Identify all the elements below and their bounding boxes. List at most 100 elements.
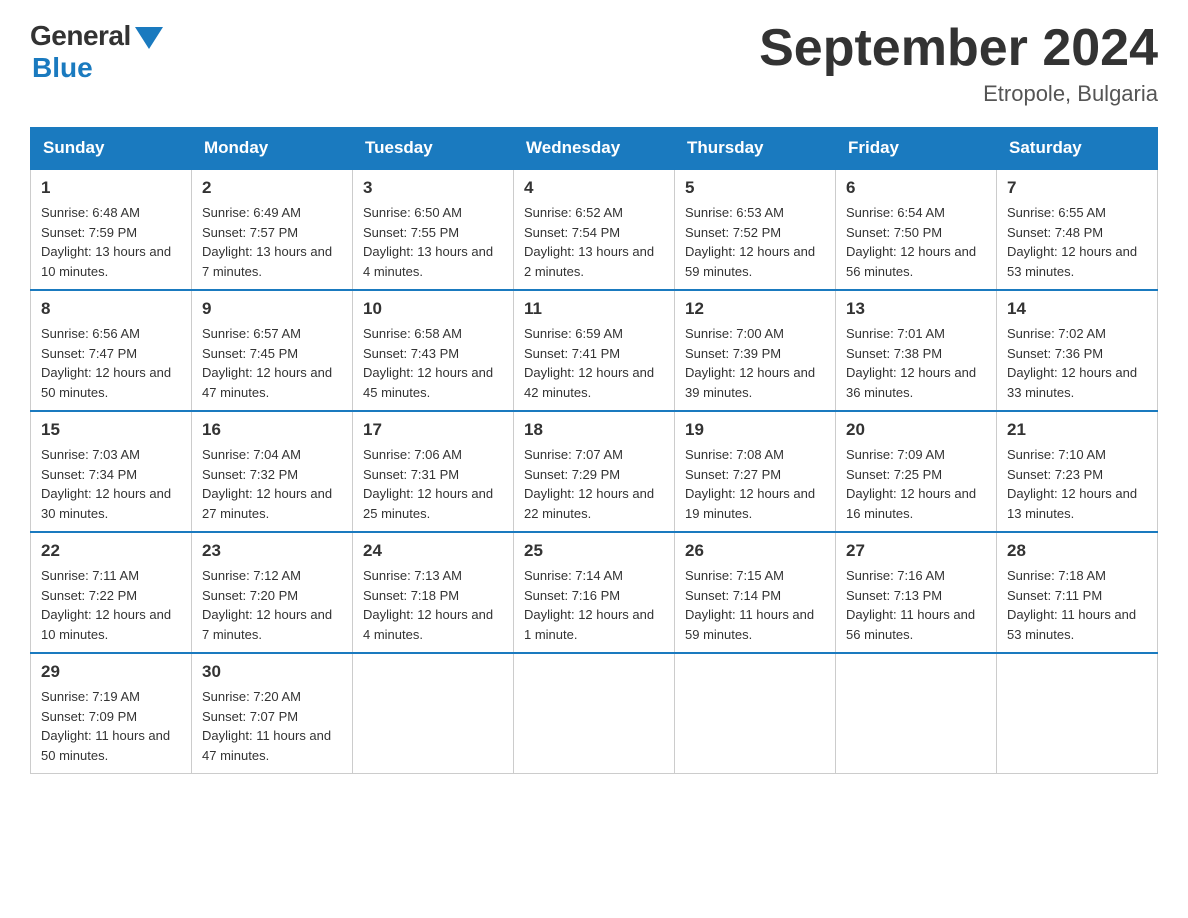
week-row-2: 8Sunrise: 6:56 AMSunset: 7:47 PMDaylight… xyxy=(31,290,1158,411)
day-number: 11 xyxy=(524,299,664,319)
calendar-cell: 12 Sunrise: 7:00 AMSunset: 7:39 PMDayligh… xyxy=(675,290,836,411)
logo-triangle-icon xyxy=(135,27,163,49)
day-number: 3 xyxy=(363,178,503,198)
day-number: 1 xyxy=(41,178,181,198)
day-number: 20 xyxy=(846,420,986,440)
calendar-cell: 8Sunrise: 6:56 AMSunset: 7:47 PMDaylight… xyxy=(31,290,192,411)
logo-general-text: General xyxy=(30,20,131,52)
day-number: 5 xyxy=(685,178,825,198)
day-number: 30 xyxy=(202,662,342,682)
calendar-cell: 19 Sunrise: 7:08 AMSunset: 7:27 PMDayligh… xyxy=(675,411,836,532)
week-row-1: 1 Sunrise: 6:48 AMSunset: 7:59 PMDaylight… xyxy=(31,169,1158,290)
calendar-cell: 20 Sunrise: 7:09 AMSunset: 7:25 PMDayligh… xyxy=(836,411,997,532)
calendar-cell: 27 Sunrise: 7:16 AMSunset: 7:13 PMDayligh… xyxy=(836,532,997,653)
calendar-cell: 1 Sunrise: 6:48 AMSunset: 7:59 PMDaylight… xyxy=(31,169,192,290)
header-sunday: Sunday xyxy=(31,128,192,170)
day-number: 23 xyxy=(202,541,342,561)
header-monday: Monday xyxy=(192,128,353,170)
day-info: Sunrise: 6:59 AMSunset: 7:41 PMDaylight:… xyxy=(524,324,664,402)
calendar-cell: 28 Sunrise: 7:18 AMSunset: 7:11 PMDayligh… xyxy=(997,532,1158,653)
calendar-cell: 10 Sunrise: 6:58 AMSunset: 7:43 PMDayligh… xyxy=(353,290,514,411)
day-info: Sunrise: 6:50 AMSunset: 7:55 PMDaylight:… xyxy=(363,203,503,281)
calendar-cell: 21Sunrise: 7:10 AMSunset: 7:23 PMDayligh… xyxy=(997,411,1158,532)
calendar-subtitle: Etropole, Bulgaria xyxy=(759,81,1158,107)
calendar-cell: 9 Sunrise: 6:57 AMSunset: 7:45 PMDaylight… xyxy=(192,290,353,411)
day-info: Sunrise: 7:13 AMSunset: 7:18 PMDaylight:… xyxy=(363,566,503,644)
day-number: 27 xyxy=(846,541,986,561)
calendar-cell: 29 Sunrise: 7:19 AMSunset: 7:09 PMDayligh… xyxy=(31,653,192,774)
day-number: 4 xyxy=(524,178,664,198)
calendar-cell: 22 Sunrise: 7:11 AMSunset: 7:22 PMDayligh… xyxy=(31,532,192,653)
day-number: 8 xyxy=(41,299,181,319)
calendar-cell: 3 Sunrise: 6:50 AMSunset: 7:55 PMDaylight… xyxy=(353,169,514,290)
calendar-cell: 7Sunrise: 6:55 AMSunset: 7:48 PMDaylight… xyxy=(997,169,1158,290)
calendar-cell xyxy=(514,653,675,774)
day-info: Sunrise: 6:55 AMSunset: 7:48 PMDaylight:… xyxy=(1007,203,1147,281)
day-number: 24 xyxy=(363,541,503,561)
day-number: 13 xyxy=(846,299,986,319)
calendar-cell: 13 Sunrise: 7:01 AMSunset: 7:38 PMDayligh… xyxy=(836,290,997,411)
calendar-cell xyxy=(997,653,1158,774)
day-info: Sunrise: 7:19 AMSunset: 7:09 PMDaylight:… xyxy=(41,687,181,765)
day-info: Sunrise: 6:52 AMSunset: 7:54 PMDaylight:… xyxy=(524,203,664,281)
calendar-cell: 25Sunrise: 7:14 AMSunset: 7:16 PMDayligh… xyxy=(514,532,675,653)
calendar-cell: 11 Sunrise: 6:59 AMSunset: 7:41 PMDayligh… xyxy=(514,290,675,411)
header-wednesday: Wednesday xyxy=(514,128,675,170)
day-info: Sunrise: 7:06 AMSunset: 7:31 PMDaylight:… xyxy=(363,445,503,523)
day-number: 19 xyxy=(685,420,825,440)
day-number: 10 xyxy=(363,299,503,319)
calendar-cell: 6 Sunrise: 6:54 AMSunset: 7:50 PMDaylight… xyxy=(836,169,997,290)
day-info: Sunrise: 7:12 AMSunset: 7:20 PMDaylight:… xyxy=(202,566,342,644)
logo-blue-text: Blue xyxy=(32,52,93,84)
calendar-cell: 5 Sunrise: 6:53 AMSunset: 7:52 PMDaylight… xyxy=(675,169,836,290)
week-row-3: 15 Sunrise: 7:03 AMSunset: 7:34 PMDayligh… xyxy=(31,411,1158,532)
header-row: SundayMondayTuesdayWednesdayThursdayFrid… xyxy=(31,128,1158,170)
week-row-5: 29 Sunrise: 7:19 AMSunset: 7:09 PMDayligh… xyxy=(31,653,1158,774)
calendar-cell: 30 Sunrise: 7:20 AMSunset: 7:07 PMDayligh… xyxy=(192,653,353,774)
calendar-cell: 15 Sunrise: 7:03 AMSunset: 7:34 PMDayligh… xyxy=(31,411,192,532)
day-info: Sunrise: 6:48 AMSunset: 7:59 PMDaylight:… xyxy=(41,203,181,281)
day-info: Sunrise: 7:01 AMSunset: 7:38 PMDaylight:… xyxy=(846,324,986,402)
calendar-table: SundayMondayTuesdayWednesdayThursdayFrid… xyxy=(30,127,1158,774)
day-number: 2 xyxy=(202,178,342,198)
day-info: Sunrise: 7:00 AMSunset: 7:39 PMDaylight:… xyxy=(685,324,825,402)
day-info: Sunrise: 6:58 AMSunset: 7:43 PMDaylight:… xyxy=(363,324,503,402)
day-number: 25 xyxy=(524,541,664,561)
day-info: Sunrise: 7:04 AMSunset: 7:32 PMDaylight:… xyxy=(202,445,342,523)
header-tuesday: Tuesday xyxy=(353,128,514,170)
day-number: 29 xyxy=(41,662,181,682)
day-number: 22 xyxy=(41,541,181,561)
calendar-cell: 18Sunrise: 7:07 AMSunset: 7:29 PMDayligh… xyxy=(514,411,675,532)
day-info: Sunrise: 7:11 AMSunset: 7:22 PMDaylight:… xyxy=(41,566,181,644)
calendar-cell xyxy=(353,653,514,774)
day-info: Sunrise: 6:53 AMSunset: 7:52 PMDaylight:… xyxy=(685,203,825,281)
title-section: September 2024 Etropole, Bulgaria xyxy=(759,20,1158,107)
day-number: 18 xyxy=(524,420,664,440)
calendar-cell: 2Sunrise: 6:49 AMSunset: 7:57 PMDaylight… xyxy=(192,169,353,290)
day-number: 21 xyxy=(1007,420,1147,440)
day-number: 26 xyxy=(685,541,825,561)
day-info: Sunrise: 7:18 AMSunset: 7:11 PMDaylight:… xyxy=(1007,566,1147,644)
day-number: 15 xyxy=(41,420,181,440)
calendar-cell: 16 Sunrise: 7:04 AMSunset: 7:32 PMDayligh… xyxy=(192,411,353,532)
day-info: Sunrise: 7:02 AMSunset: 7:36 PMDaylight:… xyxy=(1007,324,1147,402)
day-number: 17 xyxy=(363,420,503,440)
header-saturday: Saturday xyxy=(997,128,1158,170)
day-number: 28 xyxy=(1007,541,1147,561)
day-info: Sunrise: 7:08 AMSunset: 7:27 PMDaylight:… xyxy=(685,445,825,523)
day-info: Sunrise: 7:03 AMSunset: 7:34 PMDaylight:… xyxy=(41,445,181,523)
day-info: Sunrise: 7:09 AMSunset: 7:25 PMDaylight:… xyxy=(846,445,986,523)
day-info: Sunrise: 7:16 AMSunset: 7:13 PMDaylight:… xyxy=(846,566,986,644)
day-info: Sunrise: 7:20 AMSunset: 7:07 PMDaylight:… xyxy=(202,687,342,765)
day-info: Sunrise: 6:54 AMSunset: 7:50 PMDaylight:… xyxy=(846,203,986,281)
day-number: 6 xyxy=(846,178,986,198)
day-info: Sunrise: 7:15 AMSunset: 7:14 PMDaylight:… xyxy=(685,566,825,644)
calendar-cell xyxy=(836,653,997,774)
day-number: 16 xyxy=(202,420,342,440)
day-number: 9 xyxy=(202,299,342,319)
header-thursday: Thursday xyxy=(675,128,836,170)
calendar-cell: 23 Sunrise: 7:12 AMSunset: 7:20 PMDayligh… xyxy=(192,532,353,653)
day-info: Sunrise: 6:57 AMSunset: 7:45 PMDaylight:… xyxy=(202,324,342,402)
day-number: 12 xyxy=(685,299,825,319)
calendar-cell: 26 Sunrise: 7:15 AMSunset: 7:14 PMDayligh… xyxy=(675,532,836,653)
